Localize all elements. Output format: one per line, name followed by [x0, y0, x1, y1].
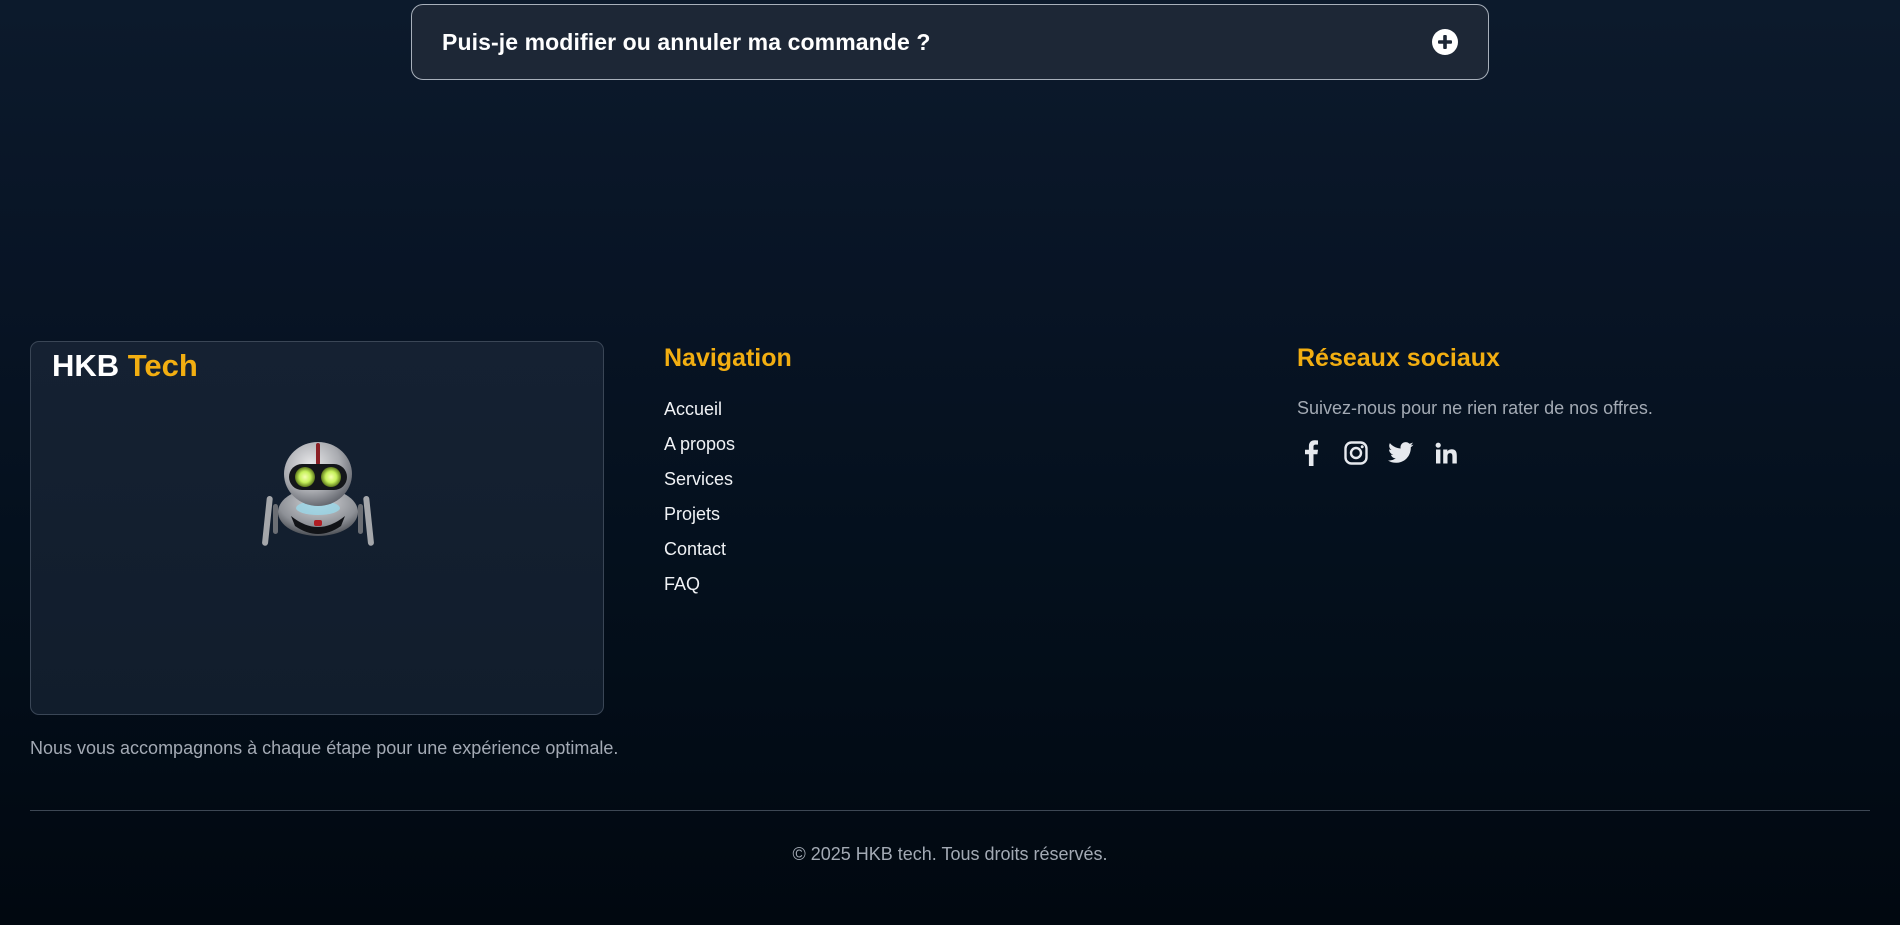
robot-icon	[259, 434, 377, 562]
plus-circle-icon[interactable]	[1431, 29, 1458, 56]
footer-link-a-propos[interactable]: A propos	[664, 433, 735, 468]
social-text: Suivez-nous pour ne rien rater de nos of…	[1297, 398, 1653, 418]
faq-item[interactable]: Puis-je modifier ou annuler ma commande …	[411, 4, 1489, 80]
faq-question: Puis-je modifier ou annuler ma commande …	[442, 28, 931, 55]
brand-name-accent: Tech	[127, 348, 198, 383]
brand-logo[interactable]: HKB Tech	[52, 348, 198, 384]
copyright-text: © 2025 HKB tech. Tous droits réservés.	[792, 844, 1108, 864]
social-heading: Réseaux sociaux	[1297, 344, 1500, 372]
linkedin-icon[interactable]	[1432, 439, 1460, 467]
twitter-icon[interactable]	[1387, 439, 1415, 467]
brand-card: HKB Tech	[30, 341, 604, 715]
facebook-icon[interactable]	[1297, 439, 1325, 467]
brand-name-primary: HKB	[52, 348, 120, 383]
footer-nav-list: Accueil A propos Services Projets Contac…	[664, 398, 735, 608]
footer-link-accueil[interactable]: Accueil	[664, 398, 735, 433]
footer-divider	[30, 810, 1870, 811]
brand-tagline: Nous vous accompagnons à chaque étape po…	[30, 738, 619, 758]
footer-link-services[interactable]: Services	[664, 468, 735, 503]
navigation-heading: Navigation	[664, 344, 792, 372]
instagram-icon[interactable]	[1342, 439, 1370, 467]
footer-link-projets[interactable]: Projets	[664, 503, 735, 538]
footer-link-faq[interactable]: FAQ	[664, 573, 735, 608]
social-icons	[1297, 439, 1460, 467]
footer-link-contact[interactable]: Contact	[664, 538, 735, 573]
